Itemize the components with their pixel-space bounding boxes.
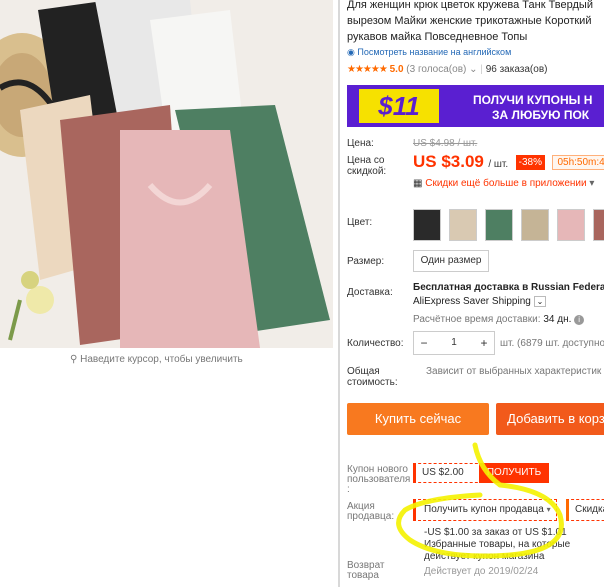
zoom-hint: ⚲ Наведите курсор, чтобы увеличить [70, 354, 243, 365]
coupon-detail-1: -US $1.00 за заказ от US $1.01 [424, 527, 567, 538]
seller-promo-label-2: продавца: [347, 511, 395, 522]
size-option-button[interactable]: Один размер [413, 250, 489, 272]
discount-badge: -38% [515, 155, 545, 170]
quantity-label: Количество: [347, 338, 404, 349]
coupon-detail-3: действует купон магазина [424, 551, 545, 562]
title-line-1: Для женщин крюк цветок кружева Танк Твер… [347, 0, 593, 11]
banner-amount: $11 [359, 89, 439, 123]
price-old: US $4.98 / шт. [413, 138, 478, 149]
delivery-estimate-value: 34 дн. [543, 314, 572, 325]
price-row: US $3.09 / шт. -38% 05h:50m:4 [413, 152, 604, 172]
quantity-input[interactable]: 1 [434, 332, 474, 354]
seller-coupon-details: -US $1.00 за заказ от US $1.01 Избранные… [424, 527, 570, 578]
price-label: Цена: [347, 138, 374, 149]
color-swatch-3[interactable] [485, 209, 513, 241]
rating-stars-icon: ★★★★★ [347, 64, 388, 75]
info-icon[interactable]: i [574, 315, 585, 325]
chevron-down-icon: ▾ [546, 505, 551, 514]
new-user-coupon-label-3: : [347, 484, 350, 495]
title-line-3: рукавов майка Повседневное Топы [347, 31, 528, 43]
color-swatch-5[interactable] [557, 209, 585, 241]
quantity-available: шт. (6879 шт. доступно) [500, 338, 604, 349]
translate-link[interactable]: ◉ Посмотреть название на английском [347, 47, 511, 58]
buy-now-button[interactable]: Купить сейчас [347, 403, 489, 435]
discount-price-label-2: скидкой: [347, 166, 387, 177]
delivery-line-1: Бесплатная доставка в Russian Federatio [413, 282, 604, 293]
translate-link-text: Посмотреть название на английском [357, 47, 512, 57]
zoom-hint-text: Наведите курсор, чтобы увеличить [80, 354, 243, 365]
coupon-banner[interactable]: $11 ПОЛУЧИ КУПОНЫ Н ЗА ЛЮБУЮ ПОК [347, 85, 604, 127]
color-swatch-4[interactable] [521, 209, 549, 241]
quantity-stepper: − 1 + [413, 331, 495, 355]
add-to-cart-button[interactable]: Добавить в корз [496, 403, 604, 435]
delivery-label: Доставка: [347, 287, 393, 298]
chevron-down-icon[interactable]: ⌄ [469, 64, 477, 75]
app-promo-text: Скидки ещё больше в приложении [425, 178, 587, 189]
column-divider [338, 0, 340, 587]
product-photo-illustration [0, 0, 333, 348]
color-swatch-6[interactable] [593, 209, 604, 241]
rating-row: ★★★★★ 5.0 (3 голоса(ов) ⌄ | 96 заказа(ов… [347, 64, 548, 75]
product-title: Для женщин крюк цветок кружева Танк Твер… [347, 0, 604, 45]
price-unit: / шт. [488, 159, 509, 170]
new-user-coupon-amount: US $2.00 [413, 463, 483, 483]
delivery-estimate-label: Расчётное время доставки: [413, 314, 541, 325]
total-value: Зависит от выбранных характеристик това [426, 366, 604, 377]
banner-text-2: ЗА ЛЮБУЮ ПОК [492, 108, 590, 122]
new-user-coupon: US $2.00 ПОЛУЧИТЬ [413, 463, 549, 483]
size-label: Размер: [347, 256, 385, 267]
second-promo-dropdown-text: Скидка [575, 504, 604, 515]
new-user-coupon-label-2: пользователя [347, 474, 411, 485]
total-label-2: стоимость: [347, 377, 398, 388]
rating-votes[interactable]: (3 голоса(ов) [406, 64, 466, 75]
chevron-down-icon[interactable]: ⌄ [533, 296, 547, 307]
title-line-2: вырезом Майки женские трикотажные Коротк… [347, 15, 592, 27]
qr-code-icon: ▦ [413, 178, 423, 189]
quantity-minus-button[interactable]: − [414, 332, 434, 354]
price-new: US $3.09 [413, 152, 484, 171]
return-label-2: товара [347, 570, 379, 581]
chevron-down-icon: ▾ [589, 178, 595, 189]
rating-value: 5.0 [389, 64, 404, 75]
color-swatch-1[interactable] [413, 209, 441, 241]
quantity-plus-button[interactable]: + [474, 332, 494, 354]
seller-coupon-dropdown-text: Получить купон продавца [424, 504, 544, 515]
app-promo[interactable]: ▦ Скидки ещё больше в приложении ▾ [413, 178, 594, 189]
color-swatch-2[interactable] [449, 209, 477, 241]
delivery-estimate: Расчётное время доставки: 34 дн. i [413, 314, 585, 325]
magnifier-icon: ⚲ [70, 354, 78, 365]
delivery-line-2: AliExpress Saver Shipping [413, 296, 531, 307]
seller-coupon-dropdown[interactable]: Получить купон продавца ▾ [413, 499, 557, 521]
discount-timer: 05h:50m:4 [552, 155, 604, 170]
second-promo-dropdown[interactable]: Скидка [566, 499, 604, 521]
translate-icon: ◉ [347, 47, 355, 57]
color-label: Цвет: [347, 217, 373, 228]
get-coupon-button[interactable]: ПОЛУЧИТЬ [479, 463, 549, 483]
product-image[interactable] [0, 0, 333, 348]
orders-count: 96 заказа(ов) [485, 64, 548, 75]
banner-text-1: ПОЛУЧИ КУПОНЫ Н [473, 93, 593, 107]
coupon-detail-2: Избранные товары, на которые [424, 539, 571, 550]
delivery-method[interactable]: AliExpress Saver Shipping ⌄ [413, 296, 547, 307]
coupon-detail-4: Действует до 2019/02/24 [424, 566, 539, 577]
